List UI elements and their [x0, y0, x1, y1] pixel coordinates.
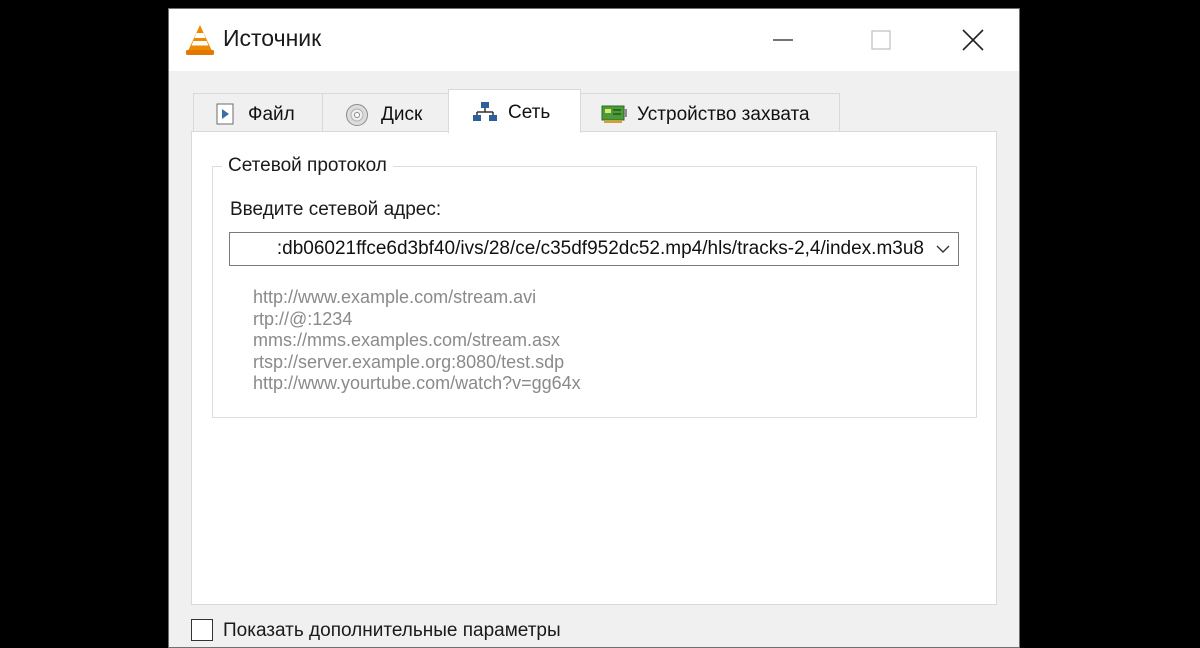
example-url: http://www.yourtube.com/watch?v=gg64x — [253, 373, 581, 393]
tab-disc-label: Диск — [381, 104, 423, 125]
tab-network-label: Сеть — [508, 102, 551, 123]
network-tab-panel: Сетевой протокол Введите сетевой адрес: … — [191, 131, 997, 605]
group-title: Сетевой протокол — [222, 155, 393, 177]
close-icon — [962, 29, 984, 51]
close-button[interactable] — [927, 9, 1019, 71]
tab-capture-device-label: Устройство захвата — [637, 104, 810, 125]
example-url: rtp://@:1234 — [253, 308, 353, 329]
maximize-icon — [871, 30, 891, 50]
example-url: mms://mms.examples.com/stream.asx — [253, 330, 561, 350]
show-more-options-label[interactable]: Показать дополнительные параметры — [223, 620, 561, 642]
tab-file-label: Файл — [248, 104, 295, 125]
open-media-dialog: Источник Файл Диск Сеть Устройство захва… — [168, 8, 1020, 648]
capture-card-icon — [601, 105, 627, 123]
chevron-down-icon — [936, 245, 950, 253]
address-examples: http://www.example.com/stream.avi rtp://… — [253, 287, 581, 395]
network-address-combobox[interactable]: :db06021ffce6d3bf40/ivs/28/ce/c35df952dc… — [229, 232, 959, 266]
network-address-label: Введите сетевой адрес: — [230, 199, 442, 220]
show-more-options-checkbox[interactable] — [191, 619, 213, 641]
minimize-icon — [773, 39, 793, 41]
maximize-button — [834, 9, 926, 71]
tab-capture-device[interactable]: Устройство захвата — [580, 93, 840, 133]
disc-icon — [346, 104, 368, 126]
tab-file[interactable]: Файл — [193, 93, 323, 133]
combobox-dropdown-button[interactable] — [928, 233, 958, 265]
tab-network[interactable]: Сеть — [448, 89, 581, 133]
example-url: rtsp://server.example.org:8080/test.sdp — [253, 351, 565, 372]
network-icon — [473, 102, 497, 121]
vlc-cone-icon — [186, 25, 214, 55]
tab-disc[interactable]: Диск — [322, 93, 449, 133]
network-address-value[interactable]: :db06021ffce6d3bf40/ivs/28/ce/c35df952dc… — [277, 238, 924, 260]
window-title: Источник — [223, 25, 322, 51]
example-url: http://www.example.com/stream.avi — [253, 287, 537, 307]
minimize-button[interactable] — [737, 9, 829, 71]
file-icon — [216, 103, 234, 125]
title-bar[interactable]: Источник — [169, 9, 1019, 71]
